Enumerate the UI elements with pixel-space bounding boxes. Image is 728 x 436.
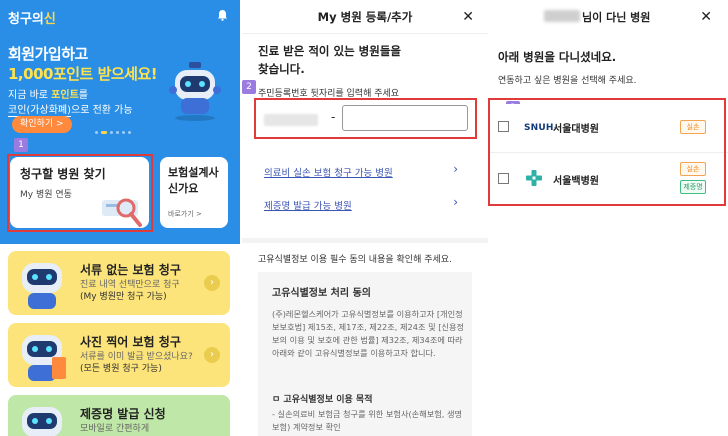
service-title: 사진 찍어 보험 청구 bbox=[80, 335, 181, 349]
promo-sub-text: 으로 전환 가능 bbox=[71, 105, 133, 116]
service-subtitle: 진료 내역 선택만으로 청구 bbox=[80, 280, 180, 290]
home-screen: 청구의신 회원가입하고 1,000포인트 받으세요! 지금 바로 포인트를 코인… bbox=[0, 0, 240, 436]
consent-purpose-heading: ㅁ 고유식별정보 이용 목적 bbox=[272, 395, 373, 405]
screen-header: 님이 다닌 병원 ✕ bbox=[488, 0, 728, 34]
page-title: My 병원 등록/추가 bbox=[317, 10, 413, 24]
chevron-right-icon[interactable]: › bbox=[453, 162, 458, 176]
promo-sub-text: 를 bbox=[78, 90, 88, 101]
step-badge-1: 1 bbox=[14, 138, 28, 152]
insurance-agent-card[interactable]: 보험설계사 신가요 바로가기 > bbox=[160, 157, 228, 228]
consent-box[interactable]: 고유식별정보 처리 동의 (주)레몬헬스케어가 고유식별정보를 이용하고자 [개… bbox=[258, 272, 472, 436]
intro-line1: 진료 받은 적이 있는 병원들을 bbox=[258, 44, 401, 58]
promo-sub-highlight: 포인트 bbox=[51, 90, 79, 101]
intro-line2: 찾습니다. bbox=[258, 62, 305, 76]
register-hospital-screen: My 병원 등록/추가 ✕ 진료 받은 적이 있는 병원들을 찾습니다. 2 주… bbox=[242, 0, 488, 436]
masked-user-name bbox=[544, 10, 580, 22]
arrow-right-icon[interactable]: › bbox=[204, 275, 220, 291]
visited-hospitals-screen: 님이 다닌 병원 ✕ 아래 병원을 다니셨네요. 연동하고 싶은 병원을 선택해… bbox=[488, 0, 728, 436]
consent-title: 고유식별정보 처리 동의 bbox=[272, 288, 371, 299]
close-icon[interactable]: ✕ bbox=[700, 9, 712, 25]
insurance-claim-hospitals-link[interactable]: 의료비 실손 보험 청구 가능 병원 bbox=[264, 165, 393, 179]
section-divider bbox=[242, 238, 488, 243]
arrow-right-icon[interactable]: › bbox=[204, 347, 220, 363]
service-title: 제증명 발급 신청 bbox=[80, 407, 166, 421]
app-name-accent: 신 bbox=[43, 12, 56, 27]
consent-body: (주)레몬헬스케어가 고유식별정보를 이용하고자 [개인정보보호법] 제15조,… bbox=[272, 309, 465, 358]
service-subtitle: 모바일로 간편하게 bbox=[80, 424, 150, 434]
consent-purpose-body: - 실손의료비 보험금 청구를 위한 보험사(손해보험, 생명보험) 계약정보 … bbox=[272, 409, 463, 432]
robot-mascot-icon bbox=[22, 263, 62, 309]
consent-note: 고유식별정보 이용 필수 동의 내용을 확인해 주세요. bbox=[258, 255, 452, 265]
robot-mascot-icon bbox=[22, 407, 62, 436]
bell-icon[interactable] bbox=[217, 9, 228, 21]
certificate-hospitals-link[interactable]: 제증명 발급 가능 병원 bbox=[264, 198, 352, 212]
page-title: 님이 다닌 병원 bbox=[582, 11, 651, 24]
visited-subtitle: 연동하고 싶은 병원을 선택해 주세요. bbox=[498, 76, 637, 86]
screen-header: My 병원 등록/추가 ✕ bbox=[242, 0, 488, 34]
service-note: (모든 병원 청구 가능) bbox=[80, 364, 162, 374]
promo-subtext: 지금 바로 포인트를 코인(가상화폐)으로 전환 가능 bbox=[8, 88, 133, 118]
promo-headline-line1: 회원가입하고 bbox=[8, 45, 88, 63]
close-icon[interactable]: ✕ bbox=[462, 9, 474, 25]
service-card-claim-no-docs[interactable]: 서류 없는 보험 청구 진료 내역 선택만으로 청구 (My 병원만 청구 가능… bbox=[8, 251, 230, 315]
service-subtitle: 서류를 이미 발급 받으셨나요? bbox=[80, 352, 193, 362]
intro-text: 진료 받은 적이 있는 병원들을 찾습니다. bbox=[258, 42, 401, 78]
chevron-right-icon[interactable]: › bbox=[453, 195, 458, 209]
service-note: (My 병원만 청구 가능) bbox=[80, 292, 167, 302]
app-logo: 청구의신 bbox=[8, 8, 56, 27]
promo-headline: 회원가입하고 1,000포인트 받으세요! bbox=[8, 44, 158, 84]
robot-mascot-icon bbox=[169, 62, 221, 121]
robot-with-phone-icon bbox=[22, 335, 66, 381]
service-title: 서류 없는 보험 청구 bbox=[80, 263, 181, 277]
insurance-agent-title: 보험설계사 신가요 bbox=[168, 166, 219, 195]
app-name: 청구의 bbox=[8, 12, 44, 27]
highlight-box-1 bbox=[7, 154, 153, 232]
confirm-button[interactable]: 확인하기 > bbox=[12, 116, 72, 133]
visited-heading: 아래 병원을 다니셨네요. bbox=[498, 50, 617, 64]
service-card-certificate[interactable]: 제증명 발급 신청 모바일로 간편하게 bbox=[8, 395, 230, 436]
carousel-dots[interactable] bbox=[95, 131, 131, 134]
insurance-agent-link[interactable]: 바로가기 > bbox=[168, 209, 202, 219]
promo-sub-text: 지금 바로 bbox=[8, 90, 52, 101]
promo-headline-line2: 1,000포인트 받으세요! bbox=[8, 65, 158, 83]
highlight-box-2 bbox=[254, 98, 477, 139]
service-card-photo-claim[interactable]: 사진 찍어 보험 청구 서류를 이미 발급 받으셨나요? (모든 병원 청구 가… bbox=[8, 323, 230, 387]
step-badge-2: 2 bbox=[242, 80, 256, 94]
highlight-box-3 bbox=[488, 98, 726, 206]
